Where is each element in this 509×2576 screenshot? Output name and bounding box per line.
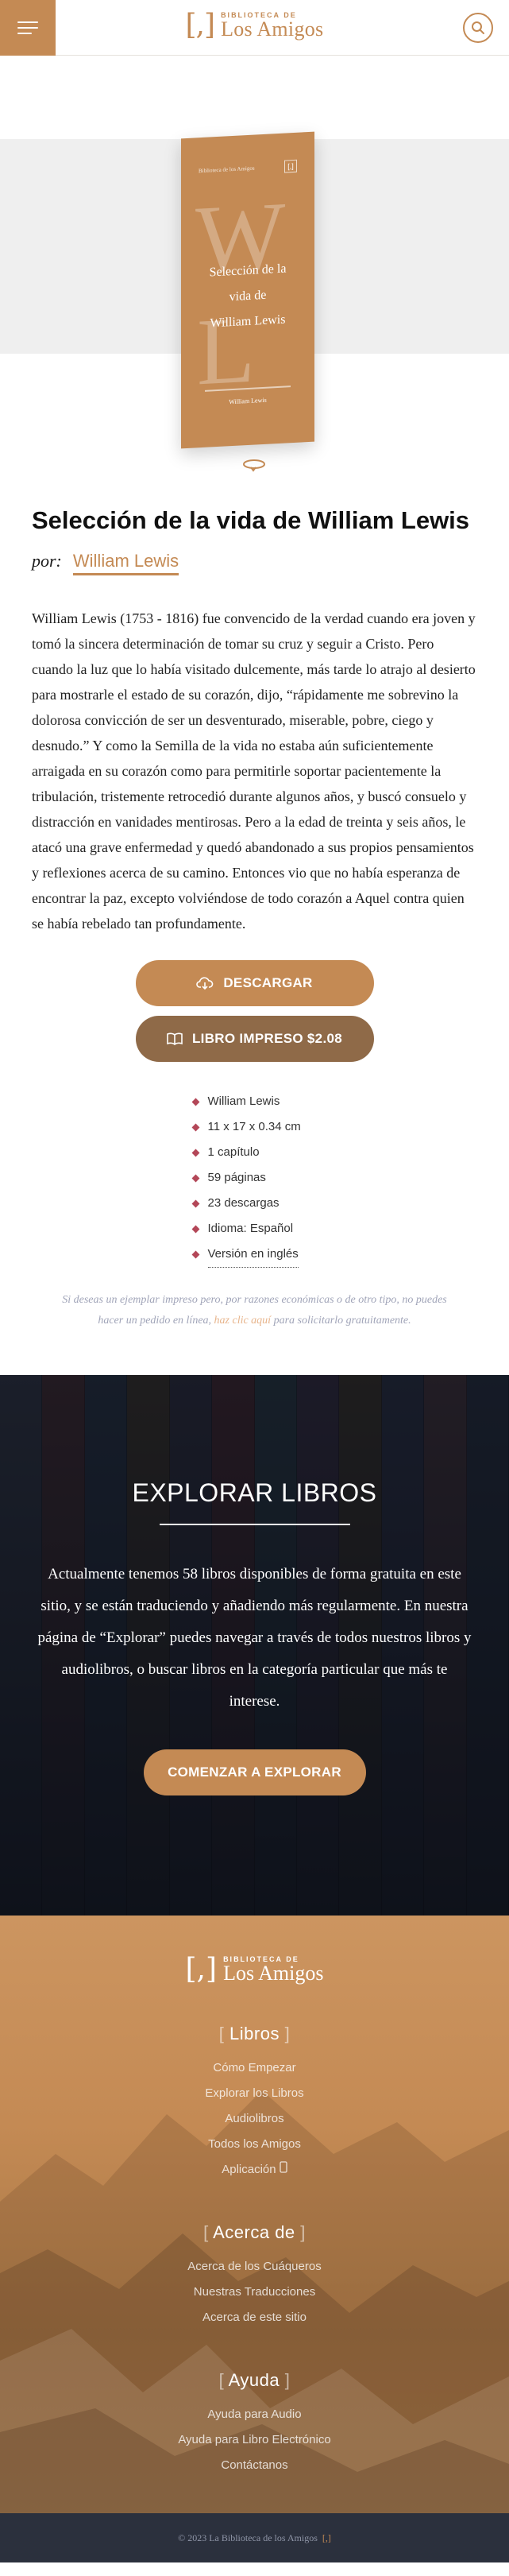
footer-logo[interactable]: [,] BIBLIOTECA DE Los Amigos	[186, 1955, 324, 1984]
footer-logo-bottom: Los Amigos	[223, 1961, 324, 1985]
footer-link[interactable]: Cómo Empezar	[0, 2055, 509, 2081]
bullet-icon	[191, 1149, 199, 1156]
footer-heading: [ Ayuda ]	[218, 2370, 291, 2390]
bullet-icon	[191, 1250, 199, 1259]
logo-bottom-text: Los Amigos	[221, 17, 324, 41]
action-buttons: DESCARGAR LIBRO IMPRESO $2.08	[0, 960, 509, 1062]
bullet-icon	[191, 1098, 199, 1106]
author-link[interactable]: William Lewis	[72, 551, 179, 575]
meta-language: Idioma: Español	[191, 1216, 374, 1242]
meta-author: William Lewis	[191, 1089, 374, 1114]
bullet-icon	[191, 1199, 199, 1207]
explore-title: EXPLORAR LIBROS	[132, 1478, 377, 1507]
footer-link[interactable]: Acerca de este sitio	[0, 2305, 509, 2330]
print-book-button[interactable]: LIBRO IMPRESO $2.08	[135, 1016, 374, 1062]
hamburger-icon[interactable]	[0, 0, 56, 56]
footer-link[interactable]: Acerca de los Cuáqueros	[0, 2254, 509, 2280]
book-icon	[167, 1032, 183, 1045]
meta-english-version[interactable]: Versión en inglés	[191, 1242, 374, 1268]
footer-link-app[interactable]: Aplicación	[0, 2157, 509, 2183]
explore-section: EXPLORAR LIBROS Actualmente tenemos 58 l…	[0, 1375, 509, 1916]
meta-downloads: 23 descargas	[191, 1191, 374, 1216]
book-hero: Biblioteca de los Amigos [,] W L Selecci…	[0, 56, 509, 472]
footer-logo-mark: [,]	[185, 1953, 218, 1985]
meta-dimensions: 11 x 17 x 0.34 cm	[191, 1114, 374, 1140]
footer-link[interactable]: Todos los Amigos	[0, 2132, 509, 2157]
book-title: Selección de la vida de William Lewis	[32, 506, 470, 534]
logo-mark: [,]	[185, 9, 216, 41]
bullet-icon	[191, 1174, 199, 1182]
footer-link[interactable]: Contáctanos	[0, 2453, 509, 2478]
start-exploring-button[interactable]: COMENZAR A EXPLORAR	[143, 1749, 366, 1795]
cloud-download-icon	[196, 977, 214, 990]
book-description: William Lewis (1753 - 1816) fue convenci…	[32, 610, 476, 932]
book-cover[interactable]: Biblioteca de los Amigos [,] W L Selecci…	[181, 131, 314, 449]
footer-link[interactable]: Audiolibros	[0, 2106, 509, 2132]
copyright-bar: © 2023 La Biblioteca de los Amigos [,]	[0, 2513, 509, 2562]
footer-section-acerca: [ Acerca de ] Acerca de los Cuáqueros Nu…	[0, 2222, 509, 2330]
download-label: DESCARGAR	[223, 975, 313, 990]
footer-link[interactable]: Ayuda para Libro Electrónico	[0, 2427, 509, 2453]
book-meta-list: William Lewis 11 x 17 x 0.34 cm 1 capítu…	[136, 1089, 374, 1268]
footer-link[interactable]: Nuestras Traducciones	[0, 2280, 509, 2305]
copyright-text: © 2023 La Biblioteca de los Amigos	[178, 2531, 318, 2543]
bullet-icon	[191, 1123, 199, 1131]
bullet-icon	[191, 1225, 199, 1233]
meta-pages: 59 páginas	[191, 1165, 374, 1191]
explore-text: Actualmente tenemos 58 libros disponible…	[37, 1566, 472, 1710]
english-version-link[interactable]: Versión en inglés	[207, 1242, 299, 1268]
site-logo[interactable]: [,] BIBLIOTECA DE Los Amigos	[186, 11, 324, 40]
footer-section-ayuda: [ Ayuda ] Ayuda para Audio Ayuda para Li…	[0, 2370, 509, 2478]
print-label: LIBRO IMPRESO $2.08	[192, 1031, 342, 1046]
footer-heading: [ Libros ]	[218, 2024, 291, 2043]
cover-logo-mark: [,]	[284, 159, 297, 173]
site-footer: [,] BIBLIOTECA DE Los Amigos [ Libros ] …	[0, 1916, 509, 2513]
footer-link[interactable]: Explorar los Libros	[0, 2081, 509, 2106]
copyright-mark: [,]	[322, 2531, 331, 2543]
phone-icon	[280, 2161, 287, 2173]
meta-chapters: 1 capítulo	[191, 1140, 374, 1165]
site-header: [,] BIBLIOTECA DE Los Amigos	[0, 0, 509, 56]
search-icon[interactable]	[463, 13, 493, 43]
footer-heading: [ Acerca de ]	[203, 2222, 306, 2242]
by-label: por:	[32, 551, 62, 571]
request-free-link[interactable]: haz clic aquí	[214, 1315, 272, 1327]
print-request-note: Si deseas un ejemplar impreso pero, por …	[62, 1294, 447, 1327]
explore-divider	[159, 1524, 350, 1525]
cover-title: Selección de la vida de William Lewis	[209, 261, 287, 331]
byline: por: William Lewis	[0, 551, 509, 575]
download-button[interactable]: DESCARGAR	[135, 960, 374, 1006]
rotate-icon[interactable]	[240, 457, 268, 478]
cover-brand: Biblioteca de los Amigos	[199, 165, 255, 175]
footer-section-libros: [ Libros ] Cómo Empezar Explorar los Lib…	[0, 2024, 509, 2183]
footer-link[interactable]: Ayuda para Audio	[0, 2402, 509, 2427]
